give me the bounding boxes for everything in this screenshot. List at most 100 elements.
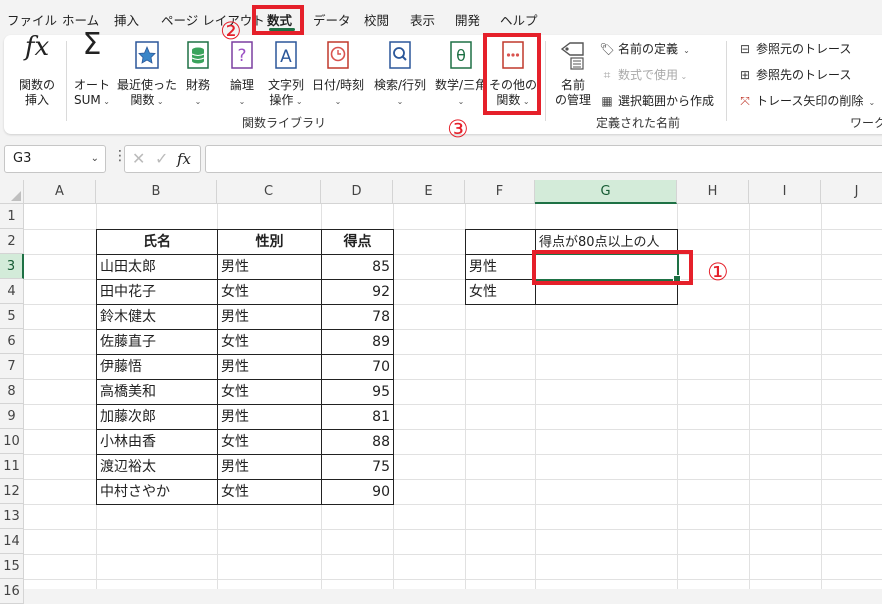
more-functions-button[interactable]: その他の 関数 ⌄ (488, 37, 538, 109)
formula-input[interactable] (205, 145, 882, 173)
row-header[interactable]: 9 (0, 404, 24, 429)
math-trig-button[interactable]: θ 数学/三角 ⌄ (430, 37, 492, 109)
insert-function-fx-icon[interactable]: fx (177, 150, 191, 168)
cell-score[interactable]: 88 (321, 429, 394, 455)
cell-name[interactable]: 伊藤悟 (96, 354, 218, 380)
enter-icon[interactable]: ✓ (155, 149, 168, 168)
cell-gender[interactable]: 男性 (217, 404, 322, 430)
name-box[interactable]: G3 ⌄ (4, 145, 106, 173)
cell-name[interactable]: 佐藤直子 (96, 329, 218, 355)
cell-score[interactable]: 90 (321, 479, 394, 505)
cell-score[interactable]: 78 (321, 304, 394, 330)
column-header-e[interactable]: E (393, 180, 465, 204)
cell-name[interactable]: 鈴木健太 (96, 304, 218, 330)
cell-name[interactable]: 山田太郎 (96, 254, 218, 280)
cell-name[interactable]: 渡辺裕太 (96, 454, 218, 480)
table-header-name[interactable]: 氏名 (96, 229, 218, 255)
trace-precedents-button[interactable]: ⊟ 参照元のトレース (736, 39, 851, 59)
tab-page-layout[interactable]: ページ レイアウト (161, 10, 265, 29)
text-functions-button[interactable]: A 文字列 操作 ⌄ (264, 37, 308, 109)
logical-button[interactable]: ? 論理 ⌄ (222, 37, 262, 109)
cell-gender[interactable]: 女性 (217, 379, 322, 405)
cell-score[interactable]: 92 (321, 279, 394, 305)
autosum-button[interactable]: Σ オート SUM ⌄ (68, 30, 116, 109)
cell-score[interactable]: 70 (321, 354, 394, 380)
column-header-d[interactable]: D (321, 180, 393, 204)
cell-gender[interactable]: 男性 (217, 354, 322, 380)
column-header-g[interactable]: G (535, 180, 677, 204)
cell-gender[interactable]: 女性 (217, 329, 322, 355)
row-header[interactable]: 12 (0, 479, 24, 504)
row-header[interactable]: 11 (0, 454, 24, 479)
recently-used-button[interactable]: 最近使った 関数 ⌄ (115, 37, 179, 109)
cell-gender[interactable]: 男性 (217, 454, 322, 480)
summary-header[interactable]: 得点が80点以上の人 (535, 229, 678, 255)
column-header-b[interactable]: B (96, 180, 217, 204)
create-from-selection-button[interactable]: ▦ 選択範囲から作成 (598, 91, 714, 111)
row-header[interactable]: 14 (0, 529, 24, 554)
cell-gender[interactable]: 女性 (217, 429, 322, 455)
summary-label-male[interactable]: 男性 (465, 254, 536, 280)
column-header-h[interactable]: H (677, 180, 749, 204)
tab-developer[interactable]: 開発 (455, 10, 480, 29)
cell-score[interactable]: 89 (321, 329, 394, 355)
trace-dependents-button[interactable]: ⊞ 参照先のトレース (736, 65, 851, 85)
tab-data[interactable]: データ (313, 10, 351, 29)
table-header-score[interactable]: 得点 (321, 229, 394, 255)
cell-score[interactable]: 95 (321, 379, 394, 405)
column-header-j[interactable]: J (821, 180, 882, 204)
use-in-formula-button[interactable]: ⌗ 数式で使用 ⌄ (598, 65, 688, 85)
cell-score[interactable]: 75 (321, 454, 394, 480)
row-header[interactable]: 4 (0, 279, 24, 304)
summary-value-female[interactable] (535, 279, 678, 305)
cell-gender[interactable]: 女性 (217, 479, 322, 505)
column-header-i[interactable]: I (749, 180, 821, 204)
row-header[interactable]: 8 (0, 379, 24, 404)
row-header[interactable]: 15 (0, 554, 24, 579)
tab-file[interactable]: ファイル (7, 10, 57, 29)
cell-name[interactable]: 田中花子 (96, 279, 218, 305)
chevron-down-icon[interactable]: ⌄ (91, 146, 99, 172)
tab-help[interactable]: ヘルプ (500, 10, 538, 29)
tab-formulas[interactable]: 数式 (267, 10, 292, 29)
summary-label-female[interactable]: 女性 (465, 279, 536, 305)
cell-gender[interactable]: 男性 (217, 304, 322, 330)
cell-name[interactable]: 小林由香 (96, 429, 218, 455)
insert-function-button[interactable]: fx 関数の 挿入 (12, 34, 62, 109)
worksheet-grid[interactable]: A B C D E F G H I J 1 2 3 4 5 6 7 8 9 10… (0, 180, 882, 604)
column-header-f[interactable]: F (465, 180, 535, 204)
tab-view[interactable]: 表示 (410, 10, 435, 29)
tab-review[interactable]: 校閲 (364, 10, 389, 29)
column-header-c[interactable]: C (217, 180, 321, 204)
active-cell-cursor[interactable] (534, 253, 681, 283)
table-header-gender[interactable]: 性別 (217, 229, 322, 255)
row-header[interactable]: 13 (0, 504, 24, 529)
row-header[interactable]: 3 (0, 254, 24, 279)
row-header[interactable]: 1 (0, 204, 24, 229)
cell-gender[interactable]: 女性 (217, 279, 322, 305)
remove-arrows-button[interactable]: ⤧ トレース矢印の削除 ⌄ (736, 91, 875, 111)
define-name-button[interactable]: 🏷 名前の定義 ⌄ (598, 39, 689, 59)
financial-button[interactable]: 財務 ⌄ (178, 37, 218, 109)
cell-score[interactable]: 85 (321, 254, 394, 280)
select-all-button[interactable] (0, 180, 24, 204)
cell-gender[interactable]: 男性 (217, 254, 322, 280)
column-header-a[interactable]: A (24, 180, 96, 204)
name-manager-button[interactable]: 名前 の管理 (550, 37, 596, 109)
cancel-icon[interactable]: ✕ (132, 149, 145, 168)
row-header[interactable]: 5 (0, 304, 24, 329)
row-header[interactable]: 16 (0, 579, 24, 604)
datetime-button[interactable]: 日付/時刻 ⌄ (308, 37, 368, 109)
cell-name[interactable]: 高橋美和 (96, 379, 218, 405)
row-header[interactable]: 6 (0, 329, 24, 354)
row-header[interactable]: 10 (0, 429, 24, 454)
cell-score[interactable]: 81 (321, 404, 394, 430)
tab-insert[interactable]: 挿入 (114, 10, 139, 29)
lookup-button[interactable]: 検索/行列 ⌄ (368, 37, 432, 109)
summary-corner-cell[interactable] (465, 229, 536, 255)
cell-name[interactable]: 中村さやか (96, 479, 218, 505)
row-header[interactable]: 2 (0, 229, 24, 254)
define-name-label: 名前の定義 (618, 42, 679, 56)
cell-name[interactable]: 加藤次郎 (96, 404, 218, 430)
row-header[interactable]: 7 (0, 354, 24, 379)
